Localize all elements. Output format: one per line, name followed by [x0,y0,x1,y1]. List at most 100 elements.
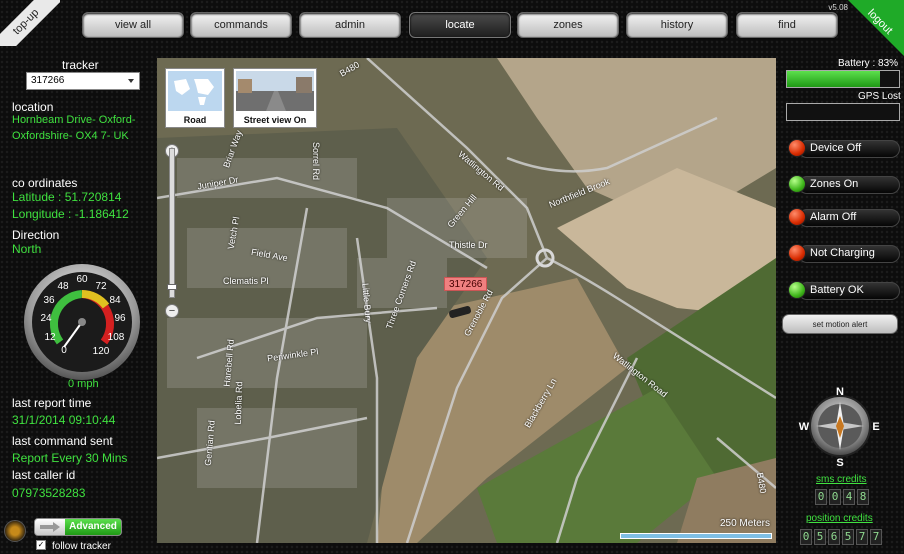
digit: 7 [870,529,882,545]
road-view-label: Road [183,115,207,125]
set-motion-alert-button[interactable]: set motion alert [782,314,898,334]
street-thumbnail-icon [236,71,314,111]
status-zones-label: Zones On [810,178,859,190]
nav-find[interactable]: find [736,12,838,38]
chevron-down-icon [128,79,134,83]
digit: 8 [857,489,869,505]
map-scale-bar [620,533,772,539]
topup-label[interactable]: top-up [0,0,60,46]
speedo-tick-60: 60 [76,274,88,285]
speedo-tick-48: 48 [57,281,69,292]
zoom-out-button[interactable]: − [165,304,179,318]
follow-tracker-label: follow tracker [52,541,111,552]
digit: 0 [829,489,841,505]
road-label-thistle-dr: Thistle Dr [449,240,488,250]
speedometer-gauge: 0 12 24 36 48 60 72 84 96 108 120 [24,264,140,380]
digit: 5 [842,529,854,545]
nav-history[interactable]: history [626,12,728,38]
version-label: v5.08 [828,3,848,12]
arrow-right-icon [35,519,65,535]
road-label-lobelia-rd: Lobelia Rd [232,381,245,425]
direction-value: North [12,242,42,256]
status-light-green-icon [788,281,806,299]
map-view[interactable]: Road Street view On + − B480 Watlington … [157,58,776,543]
advanced-toggle[interactable]: Advanced [34,518,122,536]
tracker-marker-label[interactable]: 317266 [444,277,488,291]
speedo-tick-120: 120 [93,346,110,357]
compass-e: E [872,421,879,433]
status-zones: Zones On [786,174,900,196]
status-battery: Battery OK [786,280,900,302]
location-line2: Oxfordshire- OX4 7- UK [12,130,129,142]
speedo-tick-36: 36 [43,295,55,306]
speedo-tick-72: 72 [95,281,107,292]
position-credits-link[interactable]: position credits [806,513,873,524]
position-credits-counter: 0 5 6 5 7 7 [800,529,882,545]
logout-triangle[interactable] [848,0,904,56]
road-view-tile[interactable]: Road [165,68,225,128]
logout-corner[interactable]: logout [848,0,904,56]
status-battery-label: Battery OK [810,284,864,296]
topup-corner[interactable]: top-up [0,0,60,46]
digit: 7 [856,529,868,545]
gps-bar [786,103,900,121]
speedo-tick-24: 24 [40,313,52,324]
tracker-label: tracker [62,58,99,72]
zoom-slider[interactable] [167,148,177,298]
last-command-value: Report Every 30 Mins [12,451,128,465]
compass-n: N [836,386,844,398]
nav-locate[interactable]: locate [409,12,511,38]
zoom-slider-handle[interactable] [167,284,177,290]
direction-label: Direction [12,228,60,242]
status-light-green-icon [788,175,806,193]
speedo-tick-0: 0 [61,345,67,356]
sms-credits-counter: 0 0 4 8 [815,489,869,505]
status-charging: Not Charging [786,243,900,265]
latitude-value: Latitude : 51.720814 [12,190,122,204]
map-imagery[interactable] [157,58,776,543]
road-label-sorrel-rd: Sorrel Rd [311,141,322,181]
tracker-select[interactable]: 317266 [26,72,140,90]
location-label: location [12,100,54,114]
last-command-label: last command sent [12,434,113,448]
status-light-red-icon [788,208,806,226]
compass-icon: N S E W [799,386,880,469]
digit: 6 [828,529,840,545]
tracker-select-value: 317266 [31,75,65,86]
speedo-tick-96: 96 [114,313,126,324]
speaker-icon[interactable] [4,520,26,542]
digit: 5 [814,529,826,545]
speed-value: 0 mph [68,378,99,390]
status-light-red-icon [788,244,806,262]
map-scale-label: 250 Meters [719,518,770,529]
status-charging-label: Not Charging [810,247,875,259]
battery-bar [786,70,900,88]
digit: 0 [815,489,827,505]
status-light-red-icon [788,139,806,157]
speedo-tick-84: 84 [109,295,121,306]
road-label-clematis-pl: Clematis Pl [223,276,269,286]
nav-admin[interactable]: admin [299,12,401,38]
status-alarm-label: Alarm Off [810,211,857,223]
speedo-tick-12: 12 [44,332,56,343]
nav-view-all[interactable]: view all [82,12,184,38]
status-device: Device Off [786,138,900,160]
coords-label: co ordinates [12,176,78,190]
sms-credits-link[interactable]: sms credits [816,474,867,485]
last-caller-label: last caller id [12,468,76,482]
nav-commands[interactable]: commands [190,12,292,38]
longitude-value: Longitude : -1.186412 [12,207,129,221]
street-view-tile[interactable]: Street view On [233,68,317,128]
status-alarm: Alarm Off [786,207,900,229]
compass-s: S [836,457,843,469]
location-line1: Hornbeam Drive- Oxford- [12,114,136,126]
follow-tracker-checkbox[interactable]: ✓ [36,540,46,550]
battery-label: Battery : 83% [838,58,899,69]
status-device-label: Device Off [810,142,862,154]
nav-zones[interactable]: zones [517,12,619,38]
world-map-thumbnail-icon [168,71,222,111]
last-caller-value: 07973528283 [12,486,86,500]
advanced-label: Advanced [65,519,121,535]
compass-w: W [799,421,810,433]
battery-bar-fill [787,71,880,87]
